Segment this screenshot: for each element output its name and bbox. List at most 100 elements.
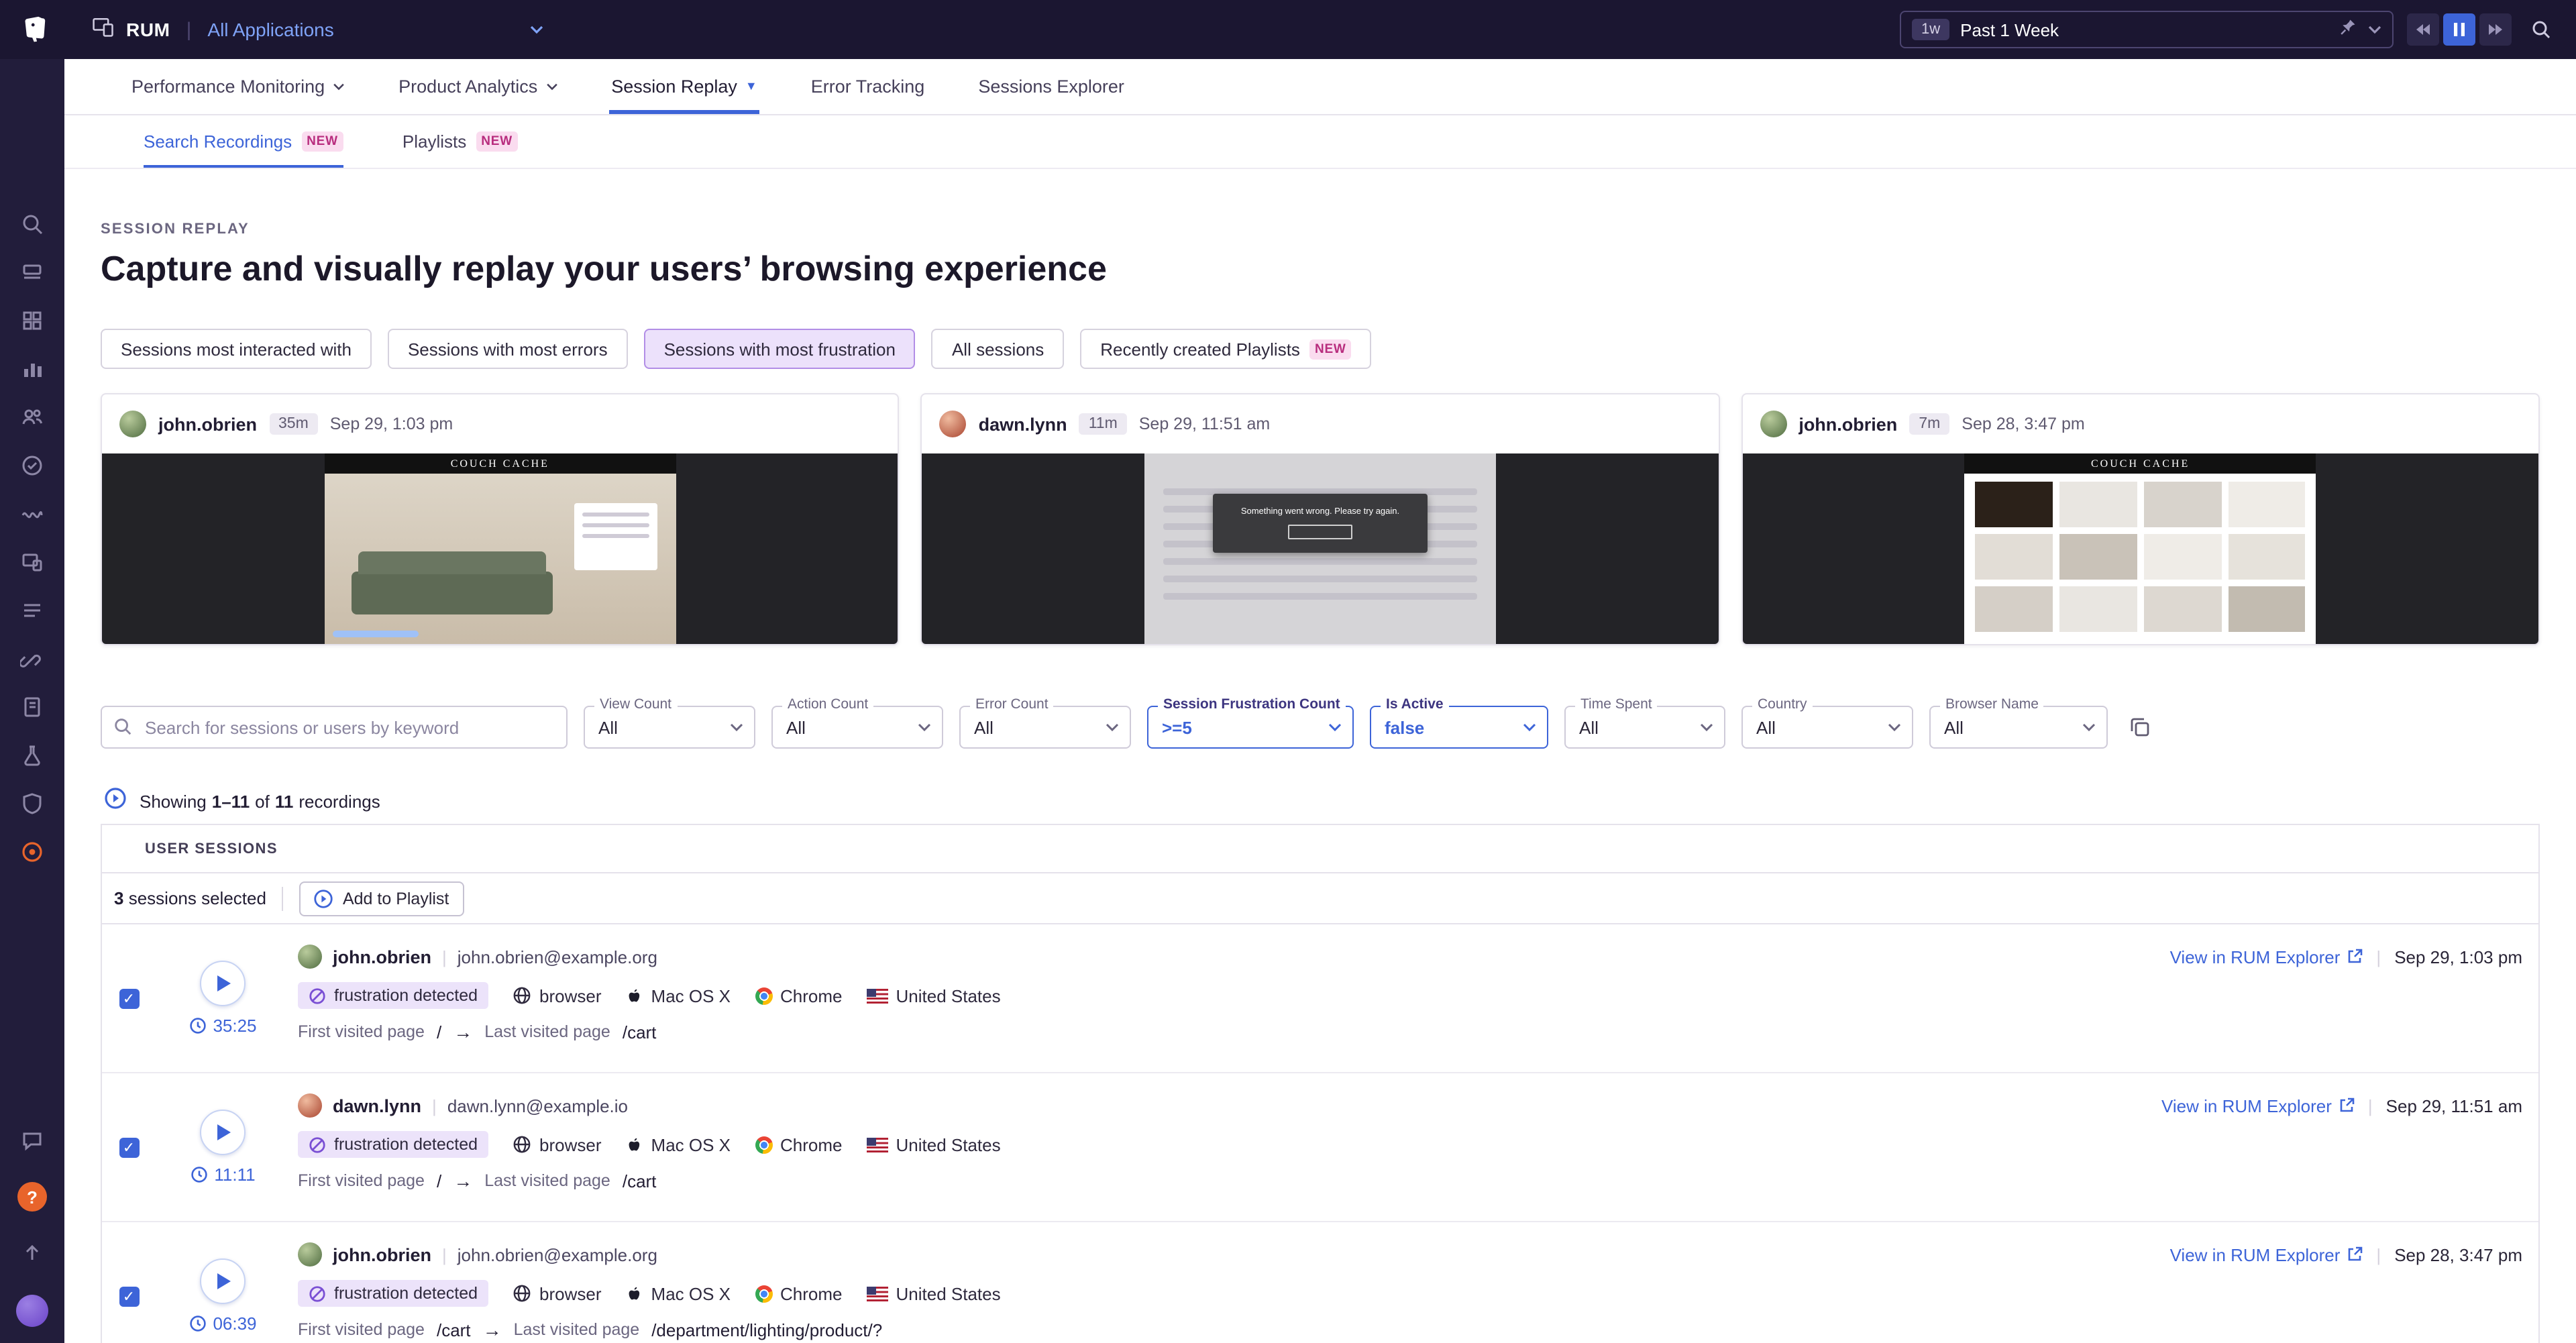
pill-most-frustration[interactable]: Sessions with most frustration [644, 329, 916, 369]
session-card[interactable]: john.obrien 7m Sep 28, 3:47 pm COUCH CAC… [1741, 393, 2540, 645]
session-thumbnail[interactable]: COUCH CACHE [102, 453, 898, 644]
dashboards-icon[interactable] [8, 297, 56, 345]
results-summary: Showing1–11of11recordings [101, 788, 2540, 816]
session-row[interactable]: ✓ 35:25 [102, 924, 2538, 1073]
view-in-rum-explorer-link[interactable]: View in RUM Explorer [2170, 947, 2363, 967]
session-date: Sep 28, 3:47 pm [2394, 1244, 2522, 1265]
play-session-button[interactable] [200, 1258, 246, 1304]
product-switcher[interactable]: RUM [91, 14, 170, 45]
session-thumbnail[interactable]: Something went wrong. Please try again. [922, 453, 1719, 644]
view-in-rum-explorer-link[interactable]: View in RUM Explorer [2170, 1244, 2363, 1265]
chevron-down-filled-icon: ▼ [745, 80, 757, 93]
tab-sessions-explorer[interactable]: Sessions Explorer [975, 76, 1127, 114]
time-range-picker[interactable]: 1w Past 1 Week [1900, 11, 2394, 48]
tab-error-tracking[interactable]: Error Tracking [808, 76, 928, 114]
device-type: browser [513, 985, 602, 1006]
filter-time-spent[interactable]: Time Spent All [1564, 706, 1725, 749]
avatar [1760, 411, 1786, 437]
session-duration-badge: 35m [269, 413, 318, 435]
frustration-icon [309, 987, 326, 1004]
logs-icon[interactable] [8, 586, 56, 635]
session-date: Sep 29, 11:51 am [1139, 415, 1271, 433]
audience-icon[interactable] [8, 393, 56, 441]
row-checkbox[interactable]: ✓ [119, 1137, 139, 1157]
labs-icon[interactable] [8, 731, 56, 780]
filter-country[interactable]: Country All [1741, 706, 1913, 749]
browser-name: Chrome [755, 985, 843, 1006]
filter-session-frustration-count[interactable]: Session Frustration Count >=5 [1147, 706, 1354, 749]
subtab-search-recordings[interactable]: Search Recordings NEW [144, 115, 343, 168]
page-title: Capture and visually replay your users’ … [101, 248, 2540, 290]
row-checkbox[interactable]: ✓ [119, 988, 139, 1008]
user-avatar[interactable] [16, 1295, 48, 1327]
filter-view-count[interactable]: View Count All [584, 706, 755, 749]
subtab-playlists[interactable]: Playlists NEW [402, 115, 518, 168]
filter-error-count[interactable]: Error Count All [959, 706, 1131, 749]
browser-name: Chrome [755, 1134, 843, 1154]
arrow-right-icon: → [453, 1021, 472, 1042]
tab-product-analytics[interactable]: Product Analytics [396, 76, 560, 114]
pill-recent-playlists[interactable]: Recently created Playlists NEW [1080, 329, 1371, 369]
frustration-tag[interactable]: frustration detected [298, 1280, 488, 1307]
chat-icon[interactable] [8, 1116, 56, 1165]
synthetics-icon[interactable] [8, 441, 56, 490]
rum-product-icon [91, 14, 115, 45]
user-email: john.obrien@example.org [458, 947, 657, 967]
filter-is-active[interactable]: Is Active false [1370, 706, 1548, 749]
tab-session-replay[interactable]: Session Replay ▼ [608, 76, 759, 114]
session-card[interactable]: dawn.lynn 11m Sep 29, 11:51 am Something… [921, 393, 1720, 645]
help-icon[interactable]: ? [17, 1182, 47, 1212]
tab-performance-monitoring[interactable]: Performance Monitoring [129, 76, 347, 114]
search-icon[interactable] [8, 200, 56, 248]
arrow-right-icon: → [483, 1319, 502, 1340]
security-icon[interactable] [8, 780, 56, 828]
pill-most-errors[interactable]: Sessions with most errors [388, 329, 628, 369]
fast-forward-button[interactable] [2479, 13, 2512, 46]
frustration-tag[interactable]: frustration detected [298, 1131, 488, 1158]
thumb-site-title: COUCH CACHE [1965, 453, 2316, 474]
application-selector-value: All Applications [207, 19, 333, 40]
rewind-button[interactable] [2407, 13, 2439, 46]
pause-button[interactable] [2443, 13, 2475, 46]
play-session-button[interactable] [200, 1110, 246, 1155]
apm-icon[interactable] [8, 490, 56, 538]
onboarding-target-icon[interactable] [8, 828, 56, 876]
metrics-icon[interactable] [8, 345, 56, 393]
last-visited-page: /cart [623, 1171, 657, 1191]
notebooks-icon[interactable] [8, 683, 56, 731]
session-thumbnail[interactable]: COUCH CACHE [1742, 453, 2538, 644]
copy-icon[interactable] [2127, 714, 2153, 741]
pill-all-sessions[interactable]: All sessions [932, 329, 1064, 369]
play-circle-icon[interactable] [105, 788, 126, 816]
operating-system: Mac OS X [626, 985, 731, 1006]
application-selector[interactable]: All Applications [207, 19, 543, 40]
new-badge: NEW [476, 131, 518, 152]
thumb-photo [324, 474, 676, 644]
chevron-down-icon [730, 723, 743, 733]
table-header: USER SESSIONS [102, 825, 2538, 873]
rum-sessions-icon[interactable] [8, 538, 56, 586]
session-row[interactable]: ✓ 06:39 [102, 1222, 2538, 1343]
play-session-button[interactable] [200, 961, 246, 1006]
zoom-search-icon[interactable] [2525, 13, 2557, 46]
datadog-logo[interactable] [19, 12, 54, 47]
session-row[interactable]: ✓ 11:11 [102, 1073, 2538, 1222]
integrations-icon[interactable] [8, 635, 56, 683]
topbar-right-controls: 1w Past 1 Week [1900, 11, 2557, 48]
quick-nav-icon[interactable] [8, 1229, 56, 1277]
add-to-playlist-button[interactable]: Add to Playlist [300, 881, 464, 916]
time-range-caret-icon[interactable] [2368, 25, 2381, 34]
view-in-rum-explorer-link[interactable]: View in RUM Explorer [2161, 1095, 2355, 1116]
pin-icon[interactable] [2339, 17, 2357, 42]
row-checkbox[interactable]: ✓ [119, 1286, 139, 1306]
session-card[interactable]: john.obrien 35m Sep 29, 1:03 pm COUCH CA… [101, 393, 900, 645]
filter-action-count[interactable]: Action Count All [771, 706, 943, 749]
filter-browser-name[interactable]: Browser Name All [1929, 706, 2108, 749]
replay-playback-controls [2407, 13, 2512, 46]
search-input[interactable] [101, 706, 568, 749]
frustration-tag[interactable]: frustration detected [298, 982, 488, 1009]
infrastructure-icon[interactable] [8, 248, 56, 297]
divider [282, 886, 284, 910]
chevron-down-icon [1106, 723, 1119, 733]
pill-most-interacted[interactable]: Sessions most interacted with [101, 329, 372, 369]
